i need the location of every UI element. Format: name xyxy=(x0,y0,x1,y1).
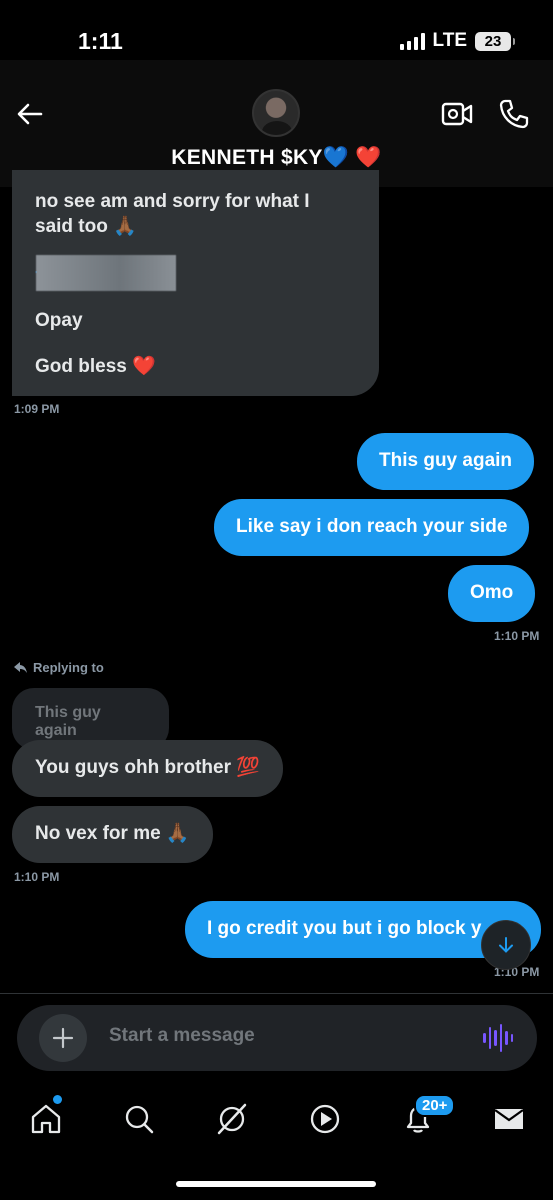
home-notification-dot xyxy=(53,1095,62,1104)
voice-message-icon[interactable] xyxy=(483,1023,513,1053)
battery-icon: 23 xyxy=(475,31,515,51)
reply-icon xyxy=(14,661,27,673)
message-text: God bless ❤️ xyxy=(35,356,156,377)
search-icon[interactable] xyxy=(122,1102,156,1136)
home-icon[interactable] xyxy=(29,1102,63,1136)
video-play-icon[interactable] xyxy=(308,1102,342,1136)
messages-icon[interactable] xyxy=(492,1102,526,1136)
message-timestamp: 1:10 PM xyxy=(14,870,60,884)
plus-icon xyxy=(52,1027,74,1049)
home-indicator xyxy=(176,1181,376,1187)
signal-icon xyxy=(399,32,425,50)
scroll-to-bottom-button[interactable] xyxy=(481,920,531,970)
outgoing-message-bubble[interactable]: Like say i don reach your side xyxy=(214,499,530,556)
add-media-button[interactable] xyxy=(39,1014,87,1062)
back-arrow-icon[interactable] xyxy=(14,98,46,130)
arrow-down-icon xyxy=(499,937,513,953)
avatar[interactable] xyxy=(252,89,300,137)
video-call-icon[interactable] xyxy=(441,100,473,128)
message-composer: Start a message xyxy=(17,1005,537,1071)
grok-icon[interactable] xyxy=(215,1102,249,1136)
replying-to-label: Replying to xyxy=(14,660,104,675)
reply-label-text: Replying to xyxy=(33,660,104,675)
message-input[interactable]: Start a message xyxy=(109,1025,255,1047)
notifications-badge: 20+ xyxy=(414,1094,456,1117)
message-timestamp: 1:10 PM xyxy=(494,629,540,643)
outgoing-message-bubble[interactable]: Omo xyxy=(448,565,536,622)
message-text: no see am and sorry for what I xyxy=(35,191,310,212)
message-text: Opay xyxy=(35,310,83,331)
incoming-message-bubble[interactable]: You guys ohh brother 💯 xyxy=(12,740,283,797)
status-indicators: LTE 23 xyxy=(399,30,515,52)
incoming-message-bubble[interactable]: No vex for me 🙏🏾 xyxy=(12,806,213,863)
contact-name[interactable]: KENNETH $KY💙 ❤️ xyxy=(0,146,553,170)
status-time: 1:11 xyxy=(78,28,123,54)
chat-header: KENNETH $KY💙 ❤️ xyxy=(0,60,553,187)
phone-icon[interactable] xyxy=(498,98,530,130)
divider xyxy=(0,993,553,994)
redacted-block xyxy=(36,255,176,291)
outgoing-message-bubble[interactable]: This guy again xyxy=(357,433,535,490)
message-text: said too 🙏🏾 xyxy=(35,216,137,237)
message-timestamp: 1:09 PM xyxy=(14,402,60,416)
network-label: LTE xyxy=(432,30,467,51)
